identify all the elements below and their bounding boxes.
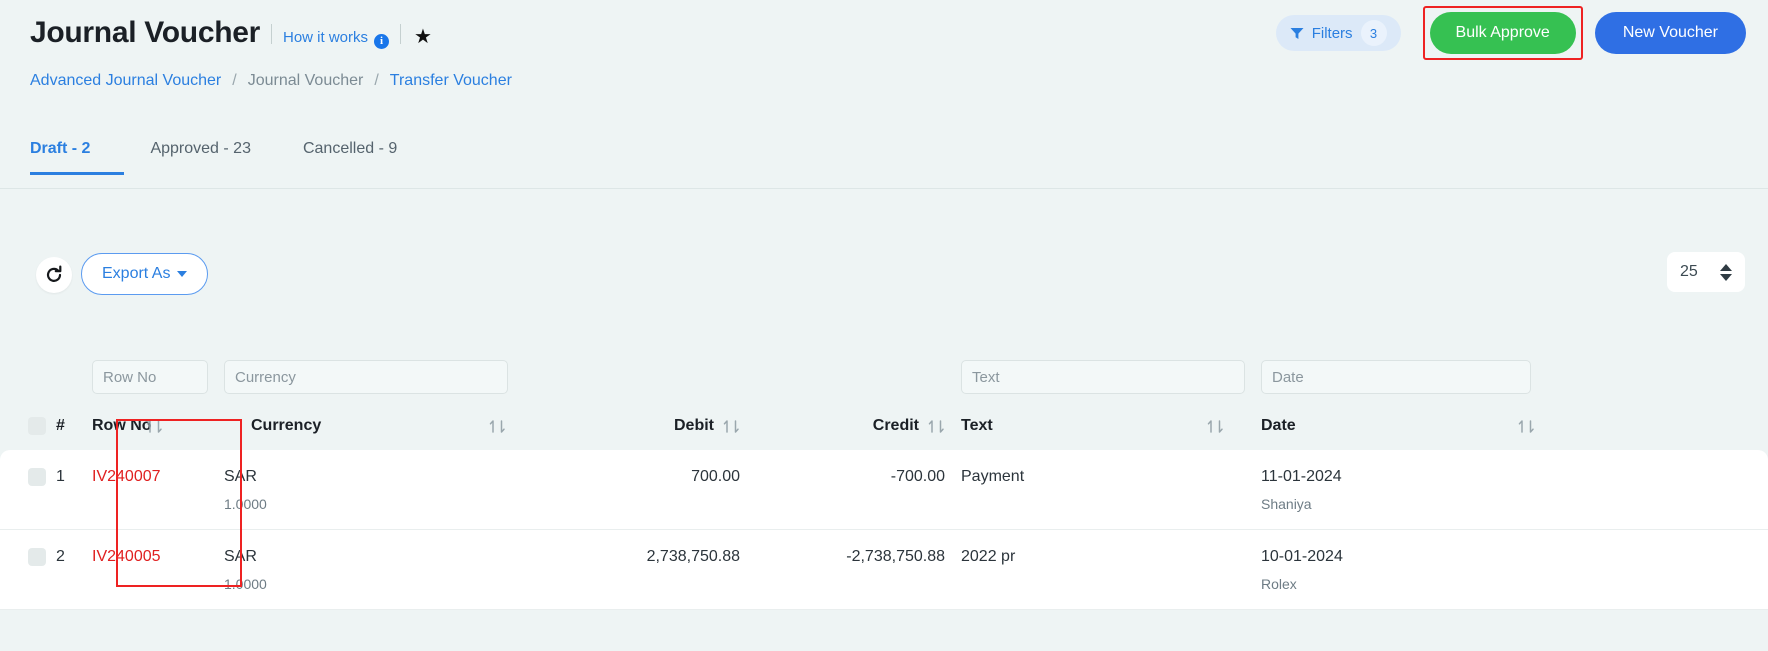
breadcrumb-item-advanced-journal-voucher[interactable]: Advanced Journal Voucher [30, 72, 221, 90]
new-voucher-button[interactable]: New Voucher [1594, 12, 1746, 54]
column-header-debit: Debit [516, 417, 748, 435]
voucher-table: # Row No Currency Debit Credit [0, 352, 1768, 610]
table-toolbar: Export As 25 [0, 250, 1768, 310]
row-currency: SAR [224, 468, 257, 485]
sort-icon-currency[interactable] [489, 419, 506, 434]
column-header-currency-label: Currency [251, 417, 322, 434]
column-header-credit: Credit [748, 417, 953, 435]
column-header-currency: Currency [146, 417, 516, 435]
page-title: Journal Voucher [30, 16, 260, 49]
how-it-works-link[interactable]: How it works [283, 29, 368, 46]
filter-cell-date [1253, 360, 1768, 394]
breadcrumb-separator-2: / [374, 72, 379, 89]
row-index: 2 [56, 548, 65, 565]
sort-icon-text[interactable] [1207, 419, 1224, 434]
bulk-approve-button[interactable]: Bulk Approve [1429, 12, 1576, 54]
row-date: 11-01-2024 [1261, 468, 1342, 485]
sort-icon-date[interactable] [1518, 419, 1535, 434]
funnel-icon [1290, 27, 1304, 39]
filters-label: Filters [1311, 24, 1353, 42]
bulk-approve-highlight: Bulk Approve [1422, 6, 1583, 60]
refresh-button[interactable] [36, 257, 72, 293]
journal-voucher-page: Journal Voucher How it works i ★ Filters… [0, 0, 1768, 651]
breadcrumb: Advanced Journal Voucher / Journal Vouch… [30, 72, 512, 90]
column-header-date-label: Date [1261, 417, 1296, 434]
filter-cell-currency [216, 360, 516, 394]
table-row[interactable]: 1 IV240007 SAR 1.0000 700.00 -700.00 Pay… [0, 450, 1768, 530]
row-select-cell [0, 548, 46, 566]
row-currency-cell: SAR 1.0000 [216, 468, 516, 512]
row-currency-rate: 1.0000 [224, 576, 267, 592]
export-as-button[interactable]: Export As [81, 253, 209, 295]
row-currency: SAR [224, 548, 257, 565]
row-no-link[interactable]: IV240005 [92, 548, 161, 565]
row-debit: 700.00 [691, 468, 740, 485]
filter-text-input[interactable] [961, 360, 1245, 394]
row-no-link[interactable]: IV240007 [92, 468, 161, 485]
row-credit: -700.00 [890, 468, 945, 485]
select-all-cell [0, 417, 46, 435]
column-header-text-label: Text [961, 417, 993, 434]
row-text: 2022 pr [961, 548, 1016, 565]
star-icon[interactable]: ★ [414, 27, 432, 47]
info-icon[interactable]: i [374, 33, 390, 49]
page-size-select[interactable]: 25 [1667, 252, 1745, 292]
breadcrumb-item-transfer-voucher[interactable]: Transfer Voucher [390, 72, 512, 90]
tab-bar: Draft - 2 Approved - 23 Cancelled - 9 [0, 134, 1768, 189]
tab-list: Draft - 2 Approved - 23 Cancelled - 9 [0, 134, 423, 175]
row-checkbox[interactable] [28, 468, 46, 486]
filters-count-badge: 3 [1360, 20, 1387, 46]
row-debit: 2,738,750.88 [646, 548, 740, 565]
tab-cancelled[interactable]: Cancelled - 9 [277, 134, 423, 174]
column-header-date: Date [1253, 417, 1768, 435]
sort-icon-debit[interactable] [723, 419, 740, 434]
column-header-index: # [56, 417, 65, 434]
title-divider-2 [400, 24, 402, 44]
page-header: Journal Voucher How it works i ★ Filters… [0, 0, 1768, 66]
filters-button[interactable]: Filters 3 [1275, 15, 1401, 51]
export-as-label: Export As [102, 265, 171, 282]
table-body: 1 IV240007 SAR 1.0000 700.00 -700.00 Pay… [0, 450, 1768, 610]
table-row[interactable]: 2 IV240005 SAR 1.0000 2,738,750.88 -2,73… [0, 530, 1768, 610]
row-index: 1 [56, 468, 65, 485]
row-date: 10-01-2024 [1261, 548, 1343, 565]
sort-icon-row-no[interactable] [146, 419, 163, 434]
column-header-text: Text [953, 417, 1253, 435]
row-text: Payment [961, 468, 1025, 485]
column-header-debit-label: Debit [674, 417, 714, 434]
tab-draft[interactable]: Draft - 2 [30, 134, 125, 175]
title-group: Journal Voucher How it works i ★ [0, 16, 432, 49]
select-all-checkbox[interactable] [28, 417, 46, 435]
column-header-credit-label: Credit [872, 417, 919, 434]
column-filter-row [0, 352, 1768, 402]
refresh-icon [46, 265, 62, 282]
table-header-row: # Row No Currency Debit Credit Text Date [0, 402, 1768, 450]
breadcrumb-item-journal-voucher: Journal Voucher [247, 72, 364, 89]
row-checkbox[interactable] [28, 548, 46, 566]
row-no-cell: IV240005 [84, 548, 216, 566]
row-select-cell [0, 468, 46, 486]
header-actions: Filters 3 Bulk Approve New Voucher [1275, 6, 1768, 60]
row-date-cell: 10-01-2024 Rolex [1253, 548, 1768, 592]
page-size-value: 25 [1680, 263, 1698, 280]
filter-cell-row-no [84, 360, 216, 394]
filter-cell-text [953, 360, 1253, 394]
stepper-icon [1720, 263, 1732, 281]
row-currency-cell: SAR 1.0000 [216, 548, 516, 592]
title-divider [271, 24, 272, 44]
chevron-down-icon [177, 271, 188, 277]
row-date-cell: 11-01-2024 Shaniya [1253, 468, 1768, 512]
row-user: Rolex [1261, 576, 1297, 592]
sort-icon-credit[interactable] [928, 419, 945, 434]
filter-row-no-input[interactable] [92, 360, 208, 394]
row-credit: -2,738,750.88 [846, 548, 945, 565]
column-header-row-no-label: Row No [92, 417, 152, 434]
tab-approved[interactable]: Approved - 23 [124, 134, 277, 174]
row-no-cell: IV240007 [84, 468, 216, 486]
row-user: Shaniya [1261, 496, 1312, 512]
breadcrumb-separator: / [232, 72, 237, 89]
filter-currency-input[interactable] [224, 360, 508, 394]
filter-date-input[interactable] [1261, 360, 1531, 394]
row-currency-rate: 1.0000 [224, 496, 267, 512]
